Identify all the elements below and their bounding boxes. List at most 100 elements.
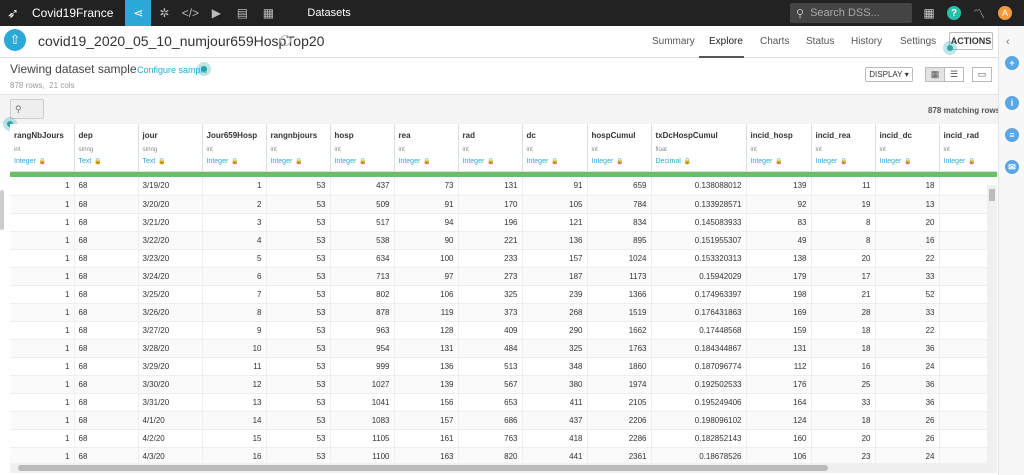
table-cell[interactable]: 1662 [587,321,652,340]
table-cell[interactable]: 437 [522,411,588,430]
table-cell[interactable]: 16 [875,231,940,250]
table-cell[interactable]: 10 [202,339,267,358]
table-row[interactable]: 1 68 3/30/20 12 53 1027 139 567 380 1974 0.1925025… [10,375,997,394]
table-cell[interactable]: 18 [875,177,940,196]
run-icon[interactable]: ▶ [203,0,229,26]
table-cell[interactable]: 0.133928571 [651,195,747,214]
table-cell[interactable]: 239 [522,285,588,304]
table-cell[interactable]: 187 [522,267,588,286]
table-cell[interactable]: 169 [746,303,812,322]
table-cell[interactable]: 713 [330,267,395,286]
table-cell[interactable]: 484 [458,339,523,358]
table-cell[interactable]: 21 [811,285,876,304]
table-cell[interactable]: 164 [746,393,812,412]
table-row[interactable]: 1 68 3/24/20 6 53 713 97 273 187 1173 0.15942029 17… [10,267,997,286]
table-cell[interactable]: 16 [811,357,876,376]
table-cell[interactable]: 53 [266,429,331,448]
help-button[interactable]: ? [943,0,965,26]
table-cell[interactable]: 567 [458,375,523,394]
table-cell[interactable]: 0.151955307 [651,231,747,250]
table-cell[interactable]: 20 [875,213,940,232]
table-cell[interactable]: 18 [811,411,876,430]
search-input[interactable] [810,7,901,19]
table-cell[interactable]: 28 [811,303,876,322]
table-cell[interactable]: 517 [330,213,395,232]
table-cell[interactable]: 91 [394,195,459,214]
image-view-icon[interactable]: ▭ [972,67,992,82]
table-cell[interactable]: 3/21/20 [138,213,203,232]
table-cell[interactable]: 53 [266,339,331,358]
column-header[interactable]: dep string Text 🔒 [74,124,139,172]
table-cell[interactable]: 325 [458,285,523,304]
table-cell[interactable]: 437 [330,177,395,196]
table-cell[interactable]: 1 [10,177,75,196]
table-cell[interactable]: 36 [875,393,940,412]
table-row[interactable]: 1 68 3/20/20 2 53 509 91 170 105 784 0.133928571 92… [10,195,997,214]
table-cell[interactable]: 5 [202,249,267,268]
column-header[interactable]: rangNbJours int Integer 🔒 [10,124,75,172]
table-cell[interactable]: 68 [74,213,139,232]
column-meaning[interactable]: Integer 🔒 [335,158,390,165]
table-cell[interactable]: 128 [394,321,459,340]
table-cell[interactable]: 8 [811,231,876,250]
discussions-icon[interactable]: ✉ [1005,160,1019,174]
table-cell[interactable]: 273 [458,267,523,286]
table-cell[interactable]: 3/31/20 [138,393,203,412]
table-cell[interactable]: 36 [875,375,940,394]
table-cell[interactable]: 2206 [587,411,652,430]
table-cell[interactable]: 11 [811,177,876,196]
table-cell[interactable]: 509 [330,195,395,214]
table-row[interactable]: 1 68 3/21/20 3 53 517 94 196 121 834 0.145083933 83… [10,213,997,232]
table-cell[interactable]: 68 [74,177,139,196]
table-cell[interactable]: 196 [458,213,523,232]
table-cell[interactable]: 1 [10,411,75,430]
table-cell[interactable]: 7 [202,285,267,304]
table-cell[interactable]: 418 [522,429,588,448]
table-cell[interactable]: 1173 [587,267,652,286]
table-row[interactable]: 1 68 3/26/20 8 53 878 119 373 268 1519 0.176431863… [10,303,997,322]
tab-explore[interactable]: Explore [709,36,743,47]
table-cell[interactable]: 954 [330,339,395,358]
table-cell[interactable]: 68 [74,195,139,214]
table-cell[interactable]: 83 [746,213,812,232]
code-icon[interactable]: </> [177,0,203,26]
table-cell[interactable]: 106 [746,447,812,463]
table-cell[interactable]: 1 [10,231,75,250]
column-header[interactable]: incid_hosp int Integer 🔒 [746,124,812,172]
table-cell[interactable]: 15 [202,429,267,448]
table-cell[interactable]: 4 [202,231,267,250]
table-cell[interactable]: 33 [875,303,940,322]
table-cell[interactable]: 1 [10,339,75,358]
table-cell[interactable]: 33 [811,393,876,412]
breadcrumb-datasets[interactable]: Datasets [307,7,350,19]
table-cell[interactable]: 20 [811,249,876,268]
table-cell[interactable]: 53 [266,375,331,394]
table-cell[interactable]: 53 [266,411,331,430]
table-cell[interactable]: 3/29/20 [138,357,203,376]
table-cell[interactable]: 9 [202,321,267,340]
table-cell[interactable]: 634 [330,249,395,268]
dashboard-icon[interactable]: ▦ [255,0,281,26]
table-cell[interactable]: 73 [394,177,459,196]
table-cell[interactable]: 16 [202,447,267,463]
table-cell[interactable]: 163 [394,447,459,463]
table-cell[interactable]: 3/27/20 [138,321,203,340]
table-cell[interactable]: 1 [10,303,75,322]
table-cell[interactable]: 1763 [587,339,652,358]
table-cell[interactable]: 3/19/20 [138,177,203,196]
collapse-chevron-icon[interactable]: ‹ [1006,36,1010,48]
add-icon[interactable]: + [1005,56,1019,70]
table-cell[interactable]: 13 [875,195,940,214]
table-cell[interactable]: 68 [74,357,139,376]
column-meaning[interactable]: Integer 🔒 [592,158,647,165]
table-cell[interactable]: 53 [266,177,331,196]
table-cell[interactable]: 1 [10,249,75,268]
table-cell[interactable]: 1 [10,195,75,214]
table-cell[interactable]: 2 [202,195,267,214]
table-cell[interactable]: 53 [266,303,331,322]
table-cell[interactable]: 8 [202,303,267,322]
table-cell[interactable]: 3 [202,213,267,232]
table-cell[interactable]: 26 [875,429,940,448]
dss-logo-icon[interactable]: ➶ [0,0,26,26]
table-cell[interactable]: 1 [202,177,267,196]
